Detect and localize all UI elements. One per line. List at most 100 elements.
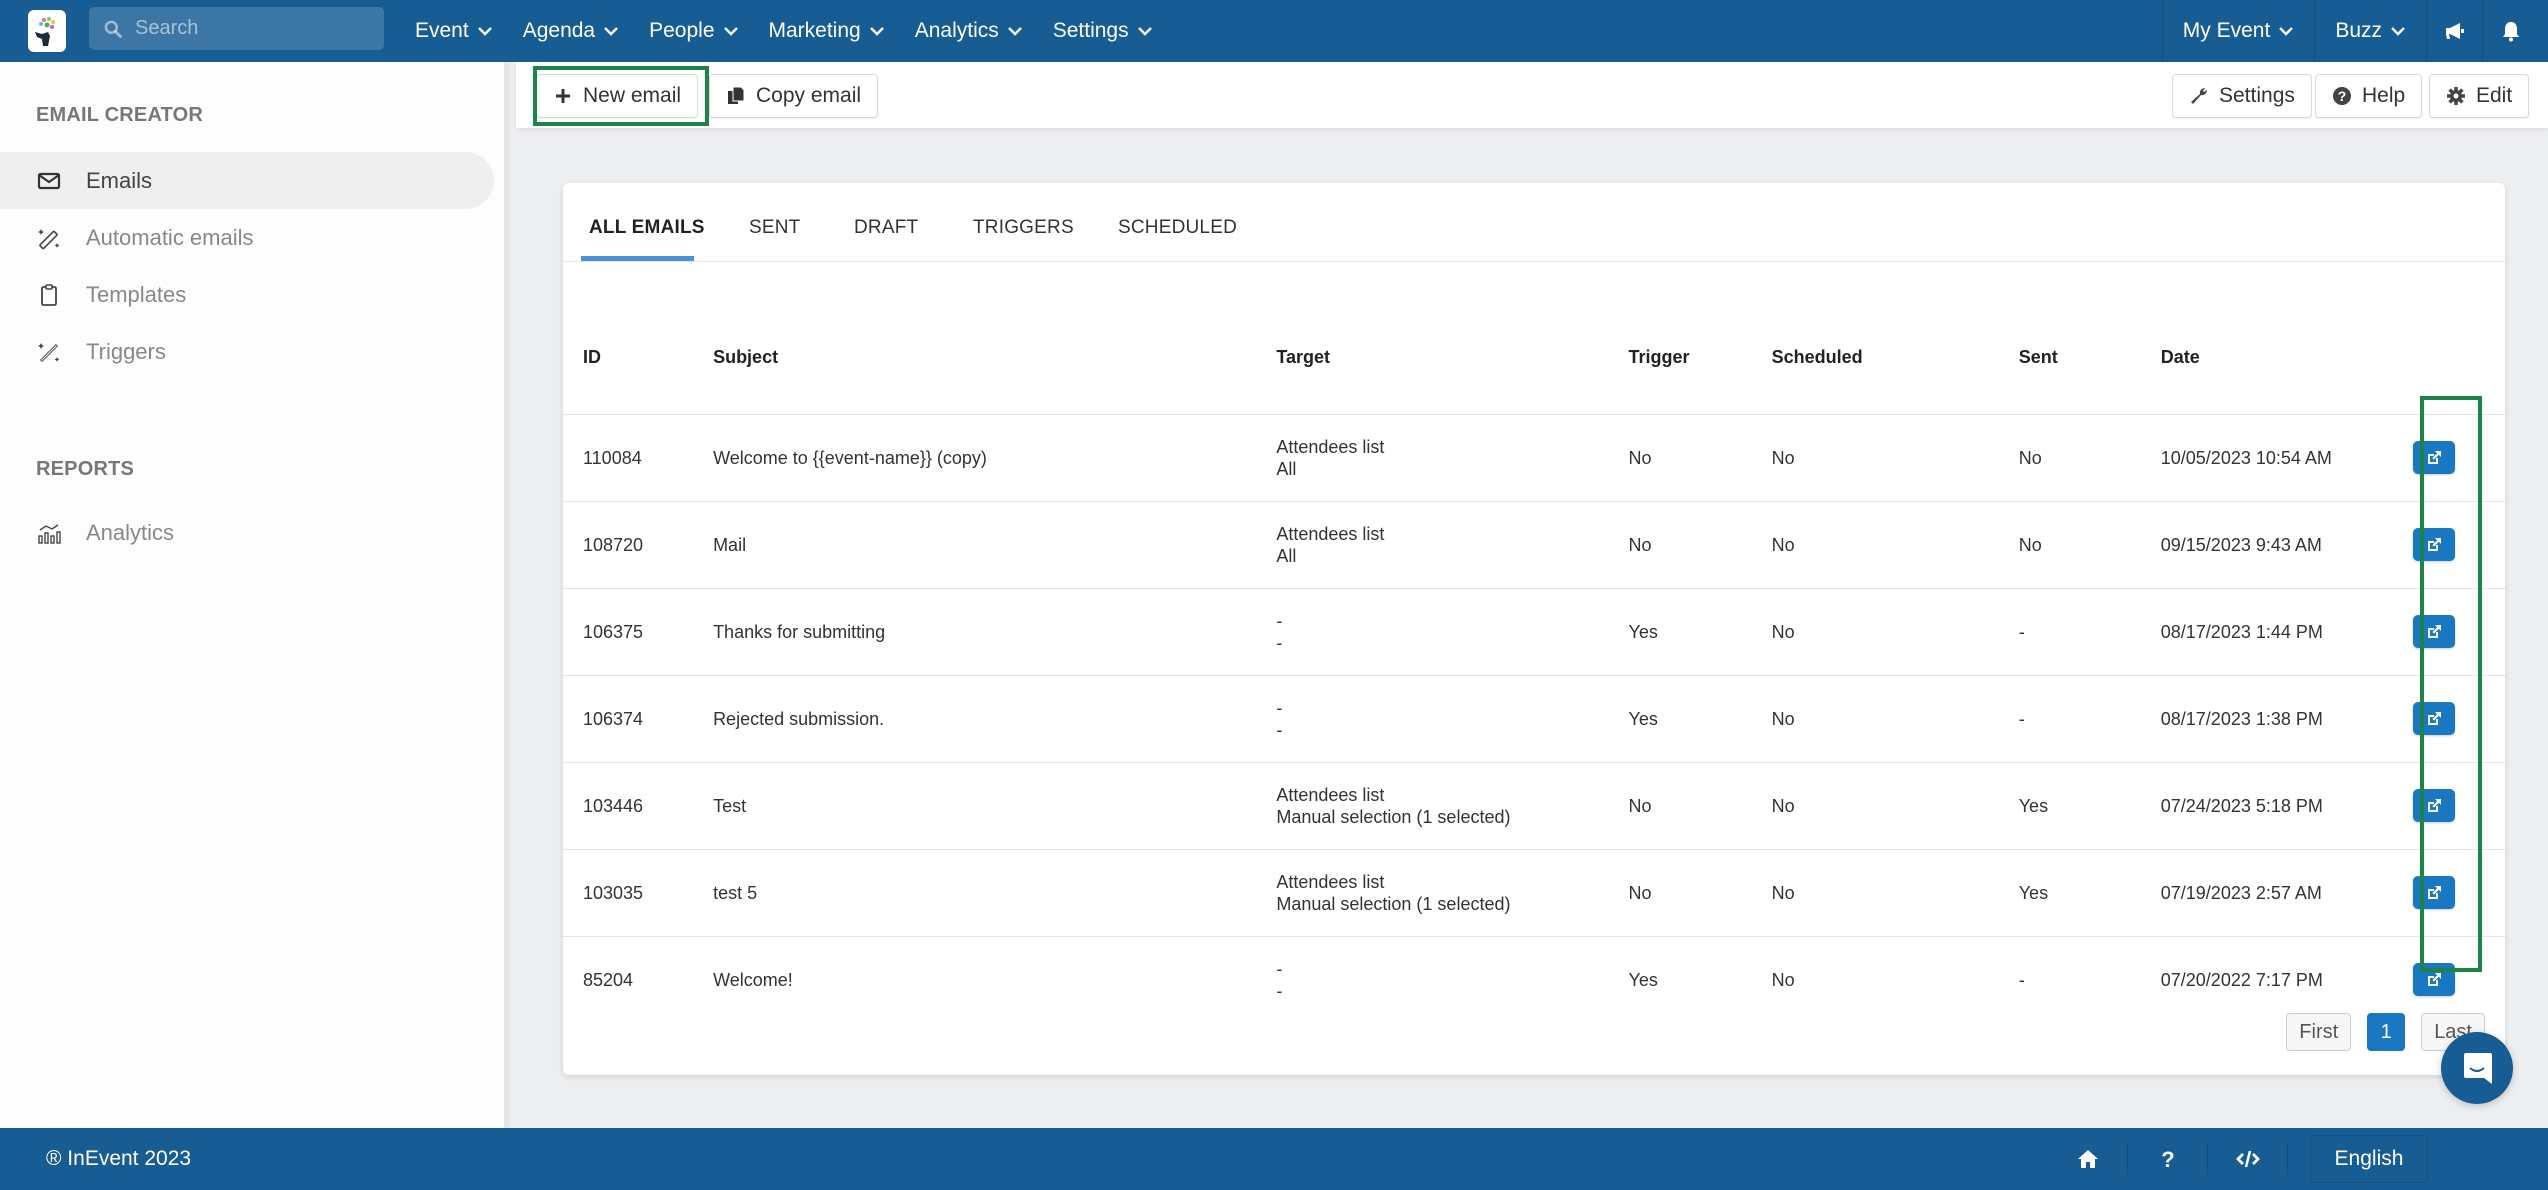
open-email-button[interactable] (2412, 789, 2455, 822)
bell-icon (2502, 22, 2519, 42)
footer-actions: ? English (2048, 1128, 2548, 1190)
sidebar-item-automatic-emails[interactable]: Automatic emails (0, 209, 494, 266)
external-edit-icon (2427, 885, 2441, 899)
tab-all-emails[interactable]: ALL EMAILS (589, 217, 705, 239)
target-selection: Manual selection (1 selected) (1276, 893, 1511, 914)
cell-target: Attendees list All (1276, 501, 1629, 589)
announcements-button[interactable] (2426, 0, 2482, 62)
cell-scheduled: No (1771, 414, 2019, 502)
help-footer-button[interactable]: ? (2128, 1144, 2208, 1174)
external-edit-icon (2427, 450, 2441, 464)
open-email-button[interactable] (2412, 702, 2455, 735)
cell-subject: Thanks for submitting (713, 588, 1277, 676)
footer: ® InEvent 2023 ? English (0, 1128, 2548, 1190)
tab-draft[interactable]: DRAFT (854, 217, 918, 239)
menu-settings[interactable]: Settings (1053, 19, 1153, 43)
column-header-target[interactable]: Target (1276, 262, 1629, 415)
help-button[interactable]: ? Help (2315, 74, 2423, 118)
search-input[interactable] (135, 17, 375, 40)
chevron-down-icon (1007, 27, 1022, 36)
chat-support-button[interactable] (2441, 1032, 2513, 1104)
table-row: 106374 Rejected submission. - - Yes No -08/17/… (563, 675, 2505, 763)
sidebar-item-analytics[interactable]: Analytics (0, 504, 494, 561)
open-email-button[interactable] (2412, 528, 2455, 561)
new-email-button[interactable]: New email (536, 74, 699, 118)
cell-subject: test 5 (713, 849, 1277, 937)
sidebar-item-templates[interactable]: Templates (0, 266, 494, 323)
chevron-down-icon (1137, 27, 1152, 36)
question-icon: ? (2161, 1147, 2174, 1171)
menu-label: Settings (1052, 19, 1129, 42)
settings-button[interactable]: Settings (2172, 74, 2312, 118)
notifications-button[interactable] (2482, 0, 2538, 62)
developer-button[interactable] (2208, 1144, 2288, 1174)
open-email-button[interactable] (2412, 615, 2455, 648)
cell-date: 09/15/2023 9:43 AM (2160, 501, 2405, 589)
cell-actions (2404, 675, 2505, 763)
svg-text:?: ? (2338, 88, 2347, 104)
tab-scheduled[interactable]: SCHEDULED (1118, 217, 1237, 239)
first-page-button[interactable]: First (2286, 1013, 2352, 1051)
edit-button[interactable]: Edit (2429, 74, 2530, 118)
column-header-scheduled[interactable]: Scheduled (1771, 262, 2019, 415)
gear-icon (2447, 87, 2465, 105)
table-row: 103035 test 5 Attendees list Manual selecti… (563, 849, 2505, 937)
target-list: Attendees list (1276, 784, 1385, 805)
column-header-id[interactable]: ID (563, 262, 714, 415)
external-edit-icon (2427, 972, 2441, 986)
tab-triggers[interactable]: TRIGGERS (973, 217, 1074, 239)
cell-scheduled: No (1771, 849, 2019, 937)
cell-date: 07/20/2022 7:17 PM (2160, 969, 2323, 990)
open-email-button[interactable] (2412, 876, 2455, 909)
cell-id: 110084 (563, 414, 714, 502)
cell-trigger: No (1628, 849, 1772, 937)
table-row: 108720 Mail Attendees list All No No No 09/15/2… (563, 501, 2505, 589)
cell-scheduled: No (1771, 969, 1795, 990)
app-logo[interactable] (28, 10, 66, 52)
column-header-subject[interactable]: Subject (713, 262, 1277, 415)
button-label: New email (583, 84, 682, 107)
cell-subject: Welcome to {{event-name}} (copy) (713, 414, 1277, 502)
sidebar-item-label: Triggers (86, 338, 166, 364)
cell-id: 106375 (563, 588, 714, 676)
button-label: Help (2362, 84, 2406, 107)
tab-sent[interactable]: SENT (749, 217, 800, 239)
table-row: 106375 Thanks for submitting - - Yes No -08/17… (563, 588, 2505, 676)
copyright-text: ® InEvent 2023 (46, 1147, 192, 1170)
cell-target: Attendees list Manual selection (1 select… (1276, 762, 1629, 850)
table-row: 110084 Welcome to {{event-name}} (copy) At… (563, 414, 2505, 502)
column-header-date[interactable]: Date (2160, 262, 2405, 415)
cell-sent: No (2018, 501, 2161, 589)
external-edit-icon (2427, 798, 2441, 812)
emails-card: ALL EMAILS SENT DRAFT TRIGGERS SCHEDULED… (563, 183, 2505, 1075)
button-label: Settings (2219, 84, 2295, 107)
menu-agenda[interactable]: Agenda (523, 19, 619, 43)
menu-buzz[interactable]: Buzz (2314, 0, 2426, 62)
cell-target: -- (1276, 675, 1629, 763)
menu-my-event[interactable]: My Event (2161, 0, 2315, 62)
copy-email-button[interactable]: Copy email (709, 74, 879, 118)
cell-scheduled: No (1771, 675, 2019, 763)
language-selector[interactable]: English (2310, 1135, 2428, 1183)
sidebar-item-emails[interactable]: Emails (0, 152, 494, 209)
copy-icon (728, 86, 745, 104)
analytics-icon (38, 523, 61, 544)
menu-people[interactable]: People (649, 19, 738, 43)
sidebar-item-triggers[interactable]: Triggers (0, 323, 494, 380)
chevron-down-icon (2391, 27, 2405, 36)
cell-target: Attendees list Manual selection (1 select… (1276, 849, 1629, 937)
column-header-sent[interactable]: Sent (2018, 262, 2161, 415)
home-button[interactable] (2048, 1144, 2128, 1174)
open-email-button[interactable] (2412, 963, 2455, 997)
page-1-button[interactable]: 1 (2367, 1013, 2406, 1051)
column-header-trigger[interactable]: Trigger (1628, 262, 1772, 415)
target-list: - (1276, 610, 1283, 631)
menu-event[interactable]: Event (415, 19, 493, 43)
external-edit-icon (2427, 537, 2441, 551)
menu-marketing[interactable]: Marketing (769, 19, 885, 43)
menu-analytics[interactable]: Analytics (915, 19, 1023, 43)
open-email-button[interactable] (2412, 441, 2455, 474)
sidebar-section-title: EMAIL CREATOR (36, 104, 204, 126)
search-box[interactable] (89, 7, 384, 50)
code-icon (2235, 1150, 2260, 1168)
